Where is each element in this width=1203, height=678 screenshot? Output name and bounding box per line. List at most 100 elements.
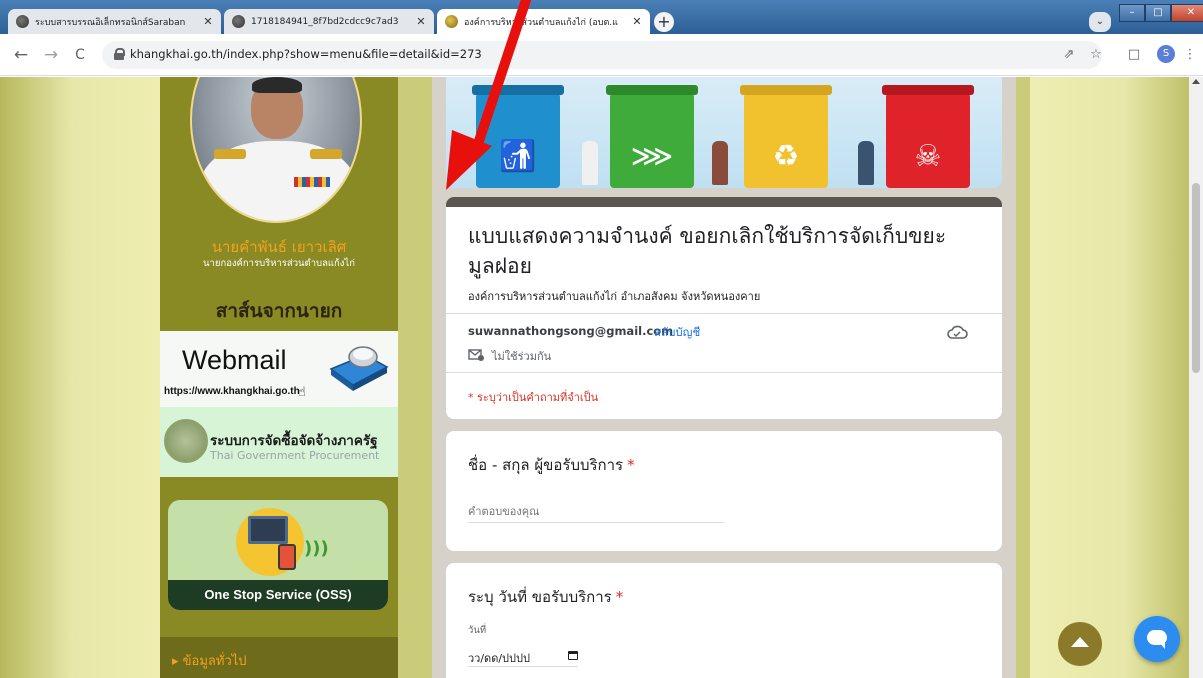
person-figure [712, 141, 728, 185]
form-description: องค์การบริหารส่วนตำบลแก้งไก่ อำเภอสังคม … [468, 290, 761, 303]
browser-tab-khangkhai[interactable]: องค์การบริหารส่วนตำบลแก้งไก่ (อบต.แ ✕ [437, 9, 650, 34]
browser-tab-bar: ระบบสารบรรณอิเล็กทรอนิกส์Saraban ✕ 17181… [0, 0, 1203, 34]
form-title-card: แบบแสดงความจำนงค์ ขอยกเลิกใช้บริการจัดเก… [446, 197, 1002, 419]
person-figure [582, 141, 598, 185]
procurement-title-th: ระบบการจัดซื้อจัดจ้างภาครัฐ [210, 433, 378, 449]
calendar-icon[interactable] [568, 651, 578, 660]
smartphone-icon [278, 544, 296, 570]
oss-label: One Stop Service (OSS) [168, 580, 388, 610]
webmail-banner[interactable]: Webmail https://www.khangkhai.go.th ☝ [160, 331, 398, 407]
page-scrollbar[interactable] [1189, 77, 1203, 678]
close-tab-icon[interactable]: ✕ [201, 15, 215, 28]
browser-tab-document[interactable]: 1718184941_8f7bd2cdcc9c7ad3 ✕ [224, 9, 434, 34]
hair-shape [252, 77, 302, 93]
person-trash-icon: 🚮 [499, 139, 537, 174]
scroll-to-top-button[interactable] [1058, 622, 1102, 666]
person-figure [858, 141, 874, 185]
site-sidebar: นายคำพันธ์ เยาวเลิศ นายกองค์การบริหารส่ว… [160, 77, 398, 678]
yellow-bin-lid [740, 85, 832, 95]
tab-title: 1718184941_8f7bd2cdcc9c7ad3 [251, 16, 399, 27]
forward-button[interactable]: → [40, 44, 62, 66]
page-background-right [1030, 77, 1203, 678]
procurement-banner[interactable]: ระบบการจัดซื้อจัดจ้างภาครัฐ Thai Governm… [160, 407, 398, 477]
wireless-signal-icon: ))) [304, 538, 329, 559]
web-page: นายคำพันธ์ เยาวเลิศ นายกองค์การบริหารส่ว… [0, 77, 1203, 678]
hand-pointer-icon: ☝ [298, 385, 306, 400]
form-title: แบบแสดงความจำนงค์ ขอยกเลิกใช้บริการจัดเก… [468, 224, 947, 278]
close-window-button[interactable]: ✕ [1171, 4, 1203, 22]
red-bin-lid [882, 85, 974, 95]
webmail-title: Webmail [182, 345, 287, 375]
form-header-image: 🚮 ⋙ ♻ ☠ [446, 77, 1002, 188]
account-email: suwannathongsong@gmail.com [468, 324, 674, 338]
close-tab-icon[interactable]: ✕ [630, 15, 644, 28]
side-panel-icon[interactable]: □ [1125, 44, 1143, 66]
green-bin-lid [606, 85, 698, 95]
browser-toolbar: ← → C khangkhai.go.th/index.php?show=men… [0, 34, 1203, 76]
divider [446, 313, 1002, 314]
date-input[interactable]: วว/ดด/ปปปป [468, 645, 578, 667]
window-controls: – □ ✕ [1119, 4, 1203, 22]
blue-waste-bin: 🚮 [476, 93, 560, 188]
browser-menu-icon[interactable]: ⋮ [1183, 44, 1197, 66]
fullname-answer-input[interactable] [468, 501, 724, 523]
question-title: ระบุ วันที่ ขอรับบริการ * [468, 585, 623, 609]
mayor-message-link[interactable]: สาส์นจากนายก [160, 293, 398, 329]
yellow-waste-bin: ♻ [744, 93, 828, 188]
procurement-title-en: Thai Government Procurement [210, 449, 380, 462]
mayor-photo [190, 77, 362, 223]
site-favicon-icon [445, 15, 458, 28]
medal-ribbon-bar [294, 177, 330, 187]
question-card-date: ระบุ วันที่ ขอรับบริการ * วันที่ วว/ดด/ปป… [446, 563, 1002, 678]
skull-crossbones-icon: ☠ [914, 139, 942, 174]
scrollbar-thumb[interactable] [1192, 183, 1200, 373]
mail-not-shared-icon [468, 349, 484, 361]
url-text: khangkhai.go.th/index.php?show=menu&file… [130, 47, 482, 61]
globe-icon [232, 15, 245, 28]
page-background-left [0, 77, 160, 678]
back-button[interactable]: ← [10, 44, 32, 66]
mail-button-icon [329, 346, 389, 391]
tab-title: ระบบสารบรรณอิเล็กทรอนิกส์Saraban [35, 17, 186, 28]
required-asterisk: * [615, 588, 624, 606]
address-bar[interactable]: khangkhai.go.th/index.php?show=menu&file… [102, 41, 1102, 69]
scroll-up-arrow-icon[interactable] [1192, 79, 1200, 84]
webmail-url: https://www.khangkhai.go.th [164, 386, 300, 397]
garuda-emblem-icon [164, 419, 208, 463]
chat-button[interactable] [1134, 616, 1180, 662]
bookmark-star-icon[interactable]: ☆ [1087, 44, 1105, 66]
globe-icon [16, 15, 29, 28]
green-waste-bin: ⋙ [610, 93, 694, 188]
cloud-saved-icon [947, 325, 968, 339]
minimize-button[interactable]: – [1119, 4, 1145, 22]
browser-tab-saraban[interactable]: ระบบสารบรรณอิเล็กทรอนิกส์Saraban ✕ [8, 9, 221, 34]
epaulette-left [214, 149, 246, 159]
fish-bone-icon: ⋙ [630, 139, 674, 174]
share-icon[interactable]: ⇗ [1060, 44, 1078, 66]
not-shared-label: ไม่ใช้ร่วมกัน [492, 350, 552, 363]
switch-account-link[interactable]: สลับบัญชี [654, 324, 700, 342]
sidebar-item-general-info[interactable]: ▸ ข้อมูลทั่วไป [160, 637, 398, 678]
mayor-title: นายกองค์การบริหารส่วนตำบลแก้งไก่ [203, 258, 355, 269]
date-label: วันที่ [468, 625, 487, 636]
one-stop-service-banner[interactable]: ))) One Stop Service (OSS) [168, 500, 388, 610]
computer-monitor-icon [248, 516, 288, 544]
blue-bin-lid [472, 85, 564, 95]
reload-button[interactable]: C [69, 44, 91, 66]
close-tab-icon[interactable]: ✕ [414, 15, 428, 28]
new-tab-button[interactable]: + [654, 12, 674, 32]
divider [446, 372, 1002, 373]
maximize-button[interactable]: □ [1145, 4, 1171, 22]
red-waste-bin: ☠ [886, 93, 970, 188]
question-text: ชื่อ - สกุล ผู้ขอรับบริการ [468, 456, 624, 474]
question-text: ระบุ วันที่ ขอรับบริการ [468, 588, 612, 606]
tab-search-button[interactable]: ⌄ [1089, 12, 1111, 32]
required-asterisk: * [627, 456, 635, 474]
mayor-portrait [190, 77, 362, 223]
general-info-label: ▸ ข้อมูลทั่วไป [172, 654, 247, 669]
question-card-fullname: ชื่อ - สกุล ผู้ขอรับบริการ * [446, 431, 1002, 551]
profile-avatar[interactable]: S [1157, 45, 1175, 63]
question-title: ชื่อ - สกุล ผู้ขอรับบริการ * [468, 453, 635, 477]
lock-icon [114, 48, 125, 60]
epaulette-right [310, 149, 342, 159]
